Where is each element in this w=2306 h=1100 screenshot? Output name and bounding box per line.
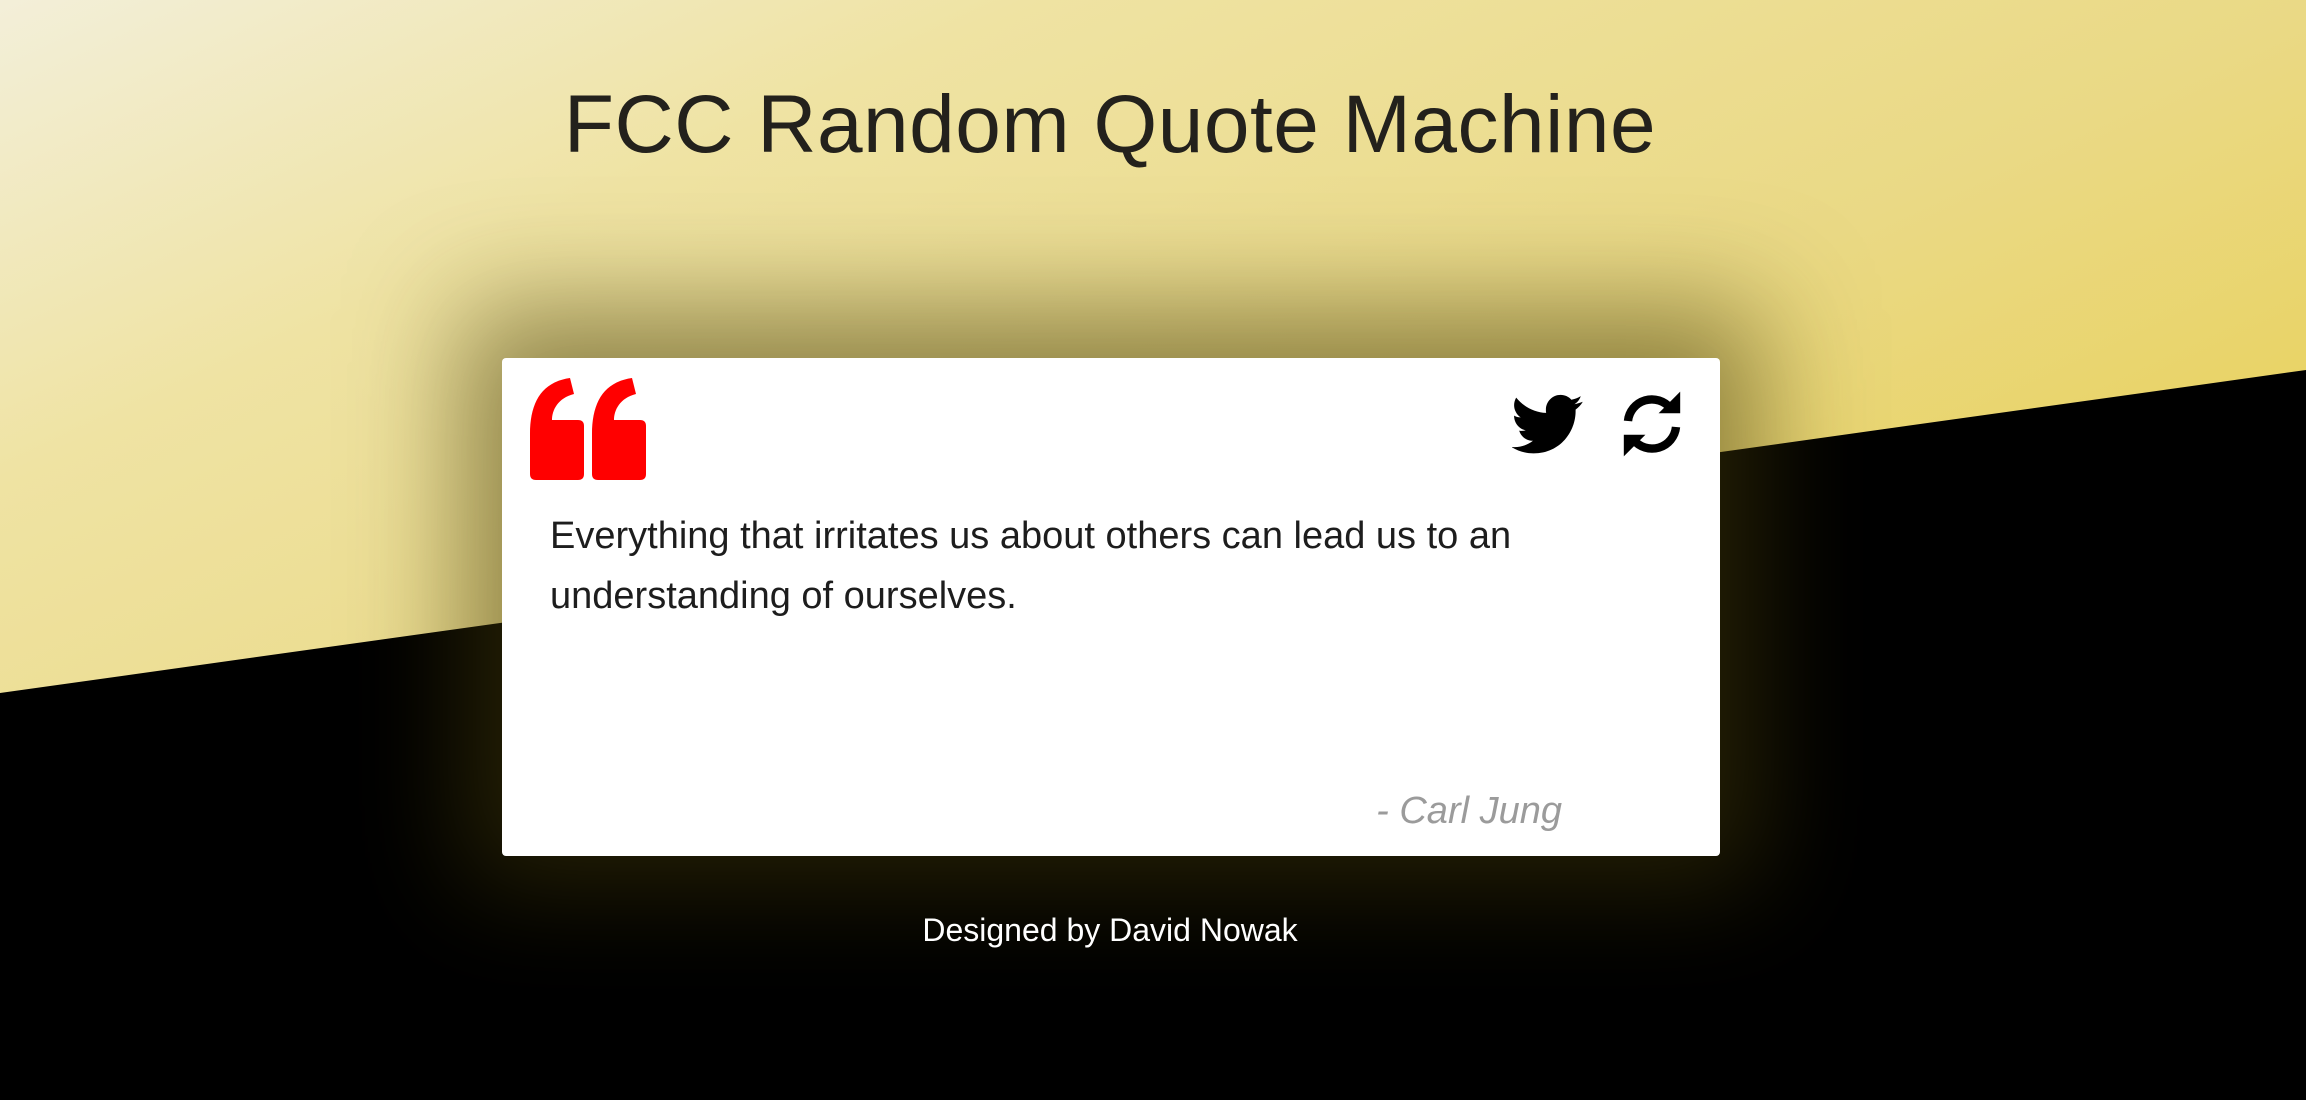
page-title: FCC Random Quote Machine bbox=[563, 79, 1657, 170]
quote-text: Everything that irritates us about other… bbox=[550, 515, 1512, 617]
footer-credit: Designed by David Nowak bbox=[922, 912, 1298, 948]
refresh-icon[interactable] bbox=[1616, 388, 1688, 460]
quote-mark-icon bbox=[530, 378, 646, 480]
twitter-icon[interactable] bbox=[1512, 388, 1584, 460]
quote-author: - Carl Jung bbox=[1376, 790, 1562, 832]
quote-card: Everything that irritates us about other… bbox=[502, 358, 1720, 856]
